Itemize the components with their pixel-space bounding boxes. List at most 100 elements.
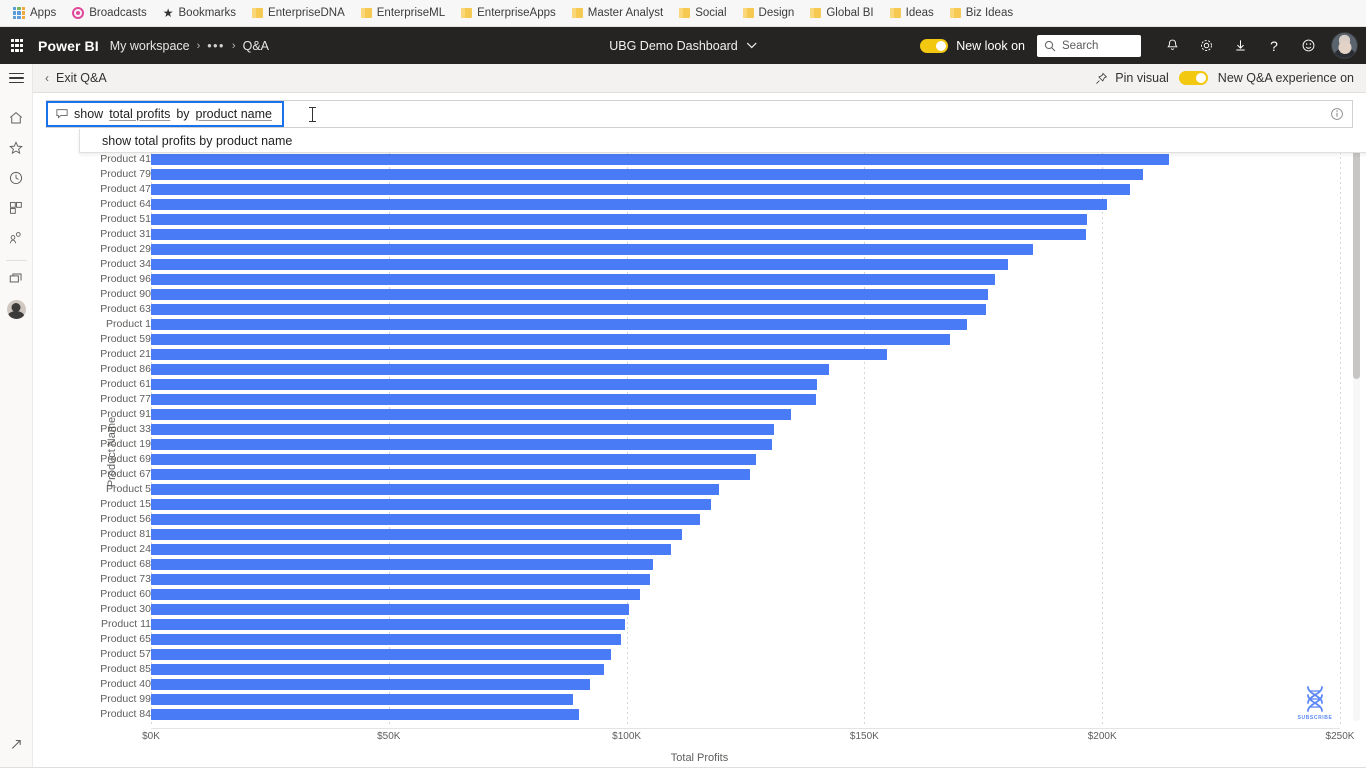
chart-vertical-scrollbar[interactable] xyxy=(1353,141,1360,721)
bar[interactable] xyxy=(151,529,683,540)
bar-row[interactable]: Product 11 xyxy=(101,617,1340,632)
feedback-smiley-icon[interactable] xyxy=(1291,27,1325,64)
bar[interactable] xyxy=(151,484,720,495)
bar[interactable] xyxy=(151,349,888,360)
bar[interactable] xyxy=(151,574,650,585)
bar-row[interactable]: Product 31 xyxy=(100,227,1340,242)
sidebar-item-recent[interactable] xyxy=(0,163,33,193)
breadcrumb-overflow[interactable]: ••• xyxy=(207,39,225,53)
bar-row[interactable]: Product 69 xyxy=(100,452,1340,467)
header-search-box[interactable]: Search xyxy=(1037,34,1141,57)
bar-row[interactable]: Product 19 xyxy=(100,437,1340,452)
bar-row[interactable]: Product 96 xyxy=(100,272,1340,287)
bar[interactable] xyxy=(151,424,775,435)
bar-row[interactable]: Product 24 xyxy=(100,542,1340,557)
bookmark-bookmarks[interactable]: ★ Bookmarks xyxy=(156,4,243,22)
bar[interactable] xyxy=(151,379,817,390)
download-icon[interactable] xyxy=(1223,27,1257,64)
hamburger-menu-icon[interactable] xyxy=(0,63,33,93)
bar-row[interactable]: Product 86 xyxy=(100,362,1340,377)
bar-row[interactable]: Product 57 xyxy=(100,647,1340,662)
bar-row[interactable]: Product 79 xyxy=(100,167,1340,182)
bar[interactable] xyxy=(151,679,590,690)
bar-row[interactable]: Product 73 xyxy=(100,572,1340,587)
breadcrumb-workspace[interactable]: My workspace xyxy=(110,39,190,53)
bar-row[interactable]: Product 34 xyxy=(100,257,1340,272)
settings-gear-icon[interactable] xyxy=(1189,27,1223,64)
bar-row[interactable]: Product 91 xyxy=(100,407,1340,422)
bar[interactable] xyxy=(151,154,1169,165)
bookmark-enterpriseml[interactable]: EnterpriseML xyxy=(354,4,452,22)
info-circle-icon[interactable] xyxy=(1330,107,1352,121)
powerbi-brand[interactable]: Power BI xyxy=(34,38,110,54)
report-title-dropdown[interactable]: UBG Demo Dashboard xyxy=(609,39,757,53)
bar-row[interactable]: Product 51 xyxy=(100,212,1340,227)
bar-row[interactable]: Product 63 xyxy=(100,302,1340,317)
bar-row[interactable]: Product 1 xyxy=(105,317,1340,332)
bar-row[interactable]: Product 60 xyxy=(100,587,1340,602)
scrollbar-thumb[interactable] xyxy=(1353,149,1360,379)
bar-row[interactable]: Product 47 xyxy=(100,182,1340,197)
bar-row[interactable]: Product 85 xyxy=(100,662,1340,677)
bar-row[interactable]: Product 67 xyxy=(100,467,1340,482)
bar[interactable] xyxy=(151,469,751,480)
bar[interactable] xyxy=(151,274,996,285)
bar-row[interactable]: Product 65 xyxy=(100,632,1340,647)
bar[interactable] xyxy=(151,409,792,420)
bar[interactable] xyxy=(151,709,579,720)
bar[interactable] xyxy=(151,544,671,555)
bar[interactable] xyxy=(151,244,1034,255)
bar[interactable] xyxy=(151,304,986,315)
help-question-icon[interactable]: ? xyxy=(1257,27,1291,64)
sidebar-item-workspaces[interactable] xyxy=(0,264,33,294)
qna-input-row[interactable]: show total profits by product name xyxy=(46,100,1353,128)
new-look-toggle[interactable] xyxy=(920,38,949,53)
bar-row[interactable]: Product 59 xyxy=(100,332,1340,347)
bar[interactable] xyxy=(151,319,967,330)
bar[interactable] xyxy=(151,499,712,510)
user-avatar[interactable] xyxy=(1331,32,1358,59)
bookmark-enterpriseapps[interactable]: EnterpriseApps xyxy=(454,4,563,22)
bookmark-enterprisedna[interactable]: EnterpriseDNA xyxy=(245,4,352,22)
bar-row[interactable]: Product 40 xyxy=(100,677,1340,692)
new-qna-experience-toggle[interactable] xyxy=(1178,71,1208,85)
bookmark-broadcasts[interactable]: Broadcasts xyxy=(65,4,154,22)
bar[interactable] xyxy=(151,229,1086,240)
sidebar-item-home[interactable] xyxy=(0,103,33,133)
qna-query-input[interactable]: show total profits by product name xyxy=(46,100,284,127)
bookmark-global-bi[interactable]: Global BI xyxy=(803,4,880,22)
sidebar-item-favorites[interactable] xyxy=(0,133,33,163)
bookmark-apps[interactable]: Apps xyxy=(6,4,63,22)
sidebar-item-shared-with-me[interactable] xyxy=(0,223,33,253)
bar-row[interactable]: Product 5 xyxy=(105,482,1340,497)
bookmark-ideas[interactable]: Ideas xyxy=(883,4,941,22)
bar-row[interactable]: Product 33 xyxy=(100,422,1340,437)
expand-arrow-icon[interactable] xyxy=(0,729,33,759)
bar[interactable] xyxy=(151,169,1143,180)
bar-row[interactable]: Product 64 xyxy=(100,197,1340,212)
bar-row[interactable]: Product 29 xyxy=(100,242,1340,257)
bookmark-master-analyst[interactable]: Master Analyst xyxy=(565,4,670,22)
qna-suggestion-item[interactable]: show total profits by product name xyxy=(80,129,1366,152)
bookmark-design[interactable]: Design xyxy=(736,4,802,22)
bar[interactable] xyxy=(151,604,629,615)
bar[interactable] xyxy=(151,694,574,705)
bar[interactable] xyxy=(151,439,773,450)
bar[interactable] xyxy=(151,199,1107,210)
bar-row[interactable]: Product 61 xyxy=(100,377,1340,392)
bar[interactable] xyxy=(151,214,1087,225)
bar[interactable] xyxy=(151,364,829,375)
bar[interactable] xyxy=(151,589,641,600)
notification-bell-icon[interactable] xyxy=(1155,27,1189,64)
bar[interactable] xyxy=(151,289,989,300)
bar-row[interactable]: Product 99 xyxy=(100,692,1340,707)
bar-row[interactable]: Product 30 xyxy=(100,602,1340,617)
bar-row[interactable]: Product 56 xyxy=(100,512,1340,527)
bar[interactable] xyxy=(151,259,1008,270)
bar-row[interactable]: Product 81 xyxy=(100,527,1340,542)
bar-row[interactable]: Product 21 xyxy=(100,347,1340,362)
pin-visual-button[interactable]: Pin visual xyxy=(1095,71,1169,85)
exit-qna-button[interactable]: ‹ Exit Q&A xyxy=(33,71,107,85)
bar-row[interactable]: Product 84 xyxy=(100,707,1340,722)
bar[interactable] xyxy=(151,664,604,675)
